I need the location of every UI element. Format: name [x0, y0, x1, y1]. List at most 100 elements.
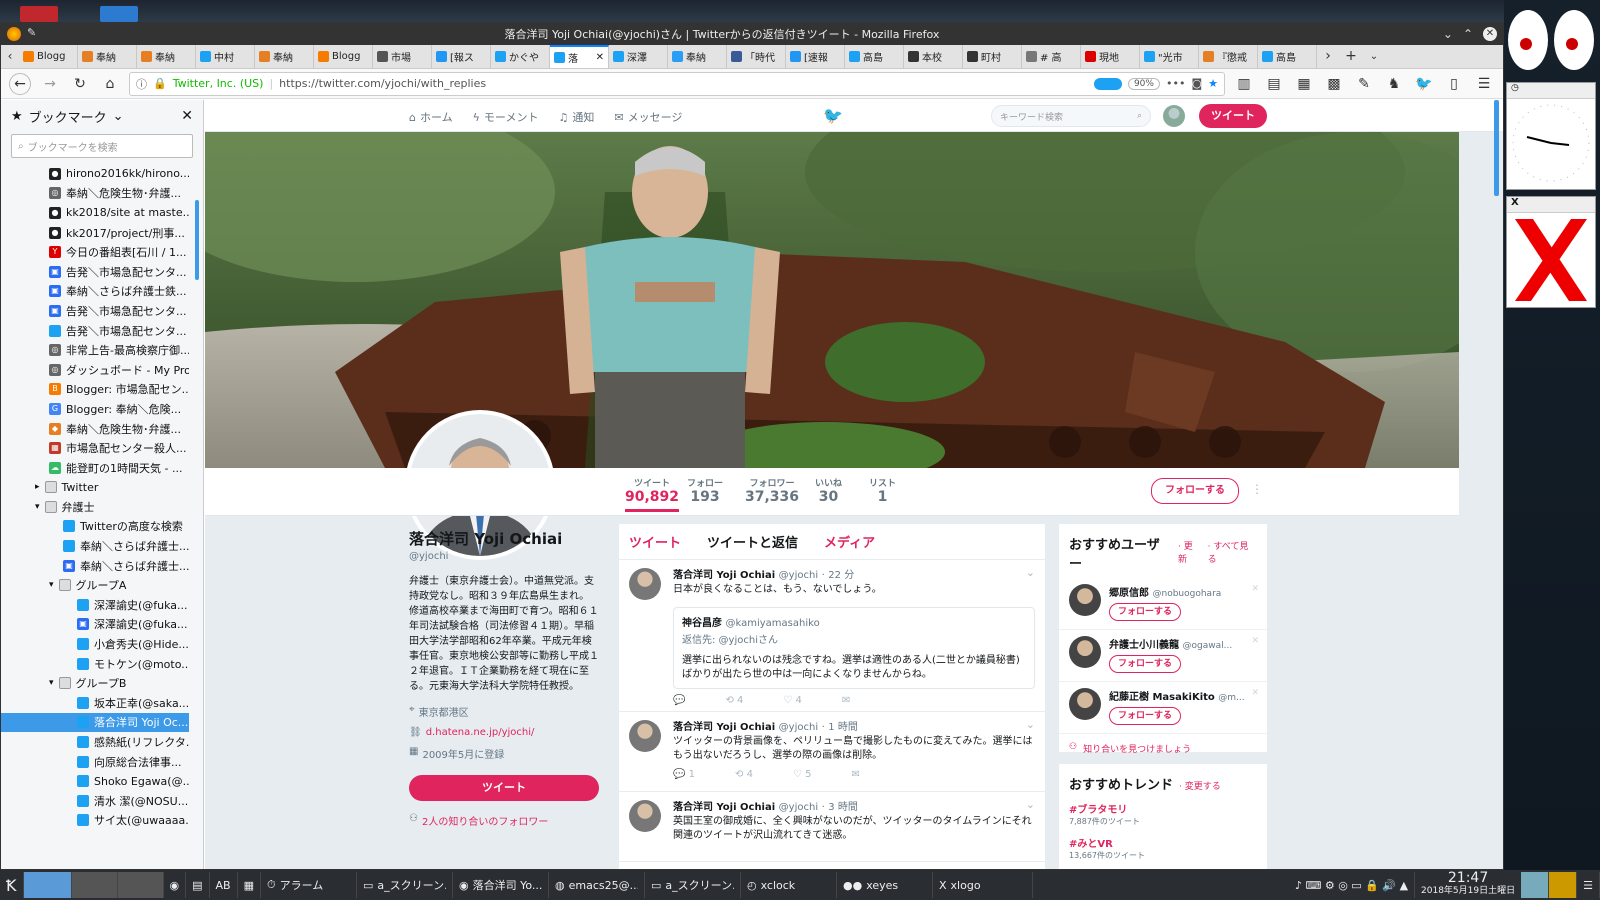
browser-tab[interactable]: [速報	[786, 45, 845, 68]
browser-tab[interactable]: 奉納	[78, 45, 137, 68]
follow-button[interactable]: フォローする	[1109, 655, 1181, 673]
more-options-icon[interactable]: ⋮	[1251, 482, 1263, 496]
browser-tab[interactable]: Blogg	[19, 45, 78, 68]
suggested-user-name[interactable]: 郷原信郎	[1109, 588, 1149, 599]
bookmark-item[interactable]: 小倉秀夫(@Hide...	[1, 634, 189, 654]
browser-tab[interactable]: かぐや	[491, 45, 550, 68]
profile-link-text[interactable]: d.hatena.ne.jp/yjochi/	[426, 727, 535, 738]
tweet[interactable]: 落合洋司 Yoji Ochiai @yjochi · 22 分 ⌄ 日本が良くな…	[619, 560, 1045, 712]
bookmark-item[interactable]: 向原総合法律事...	[1, 752, 189, 772]
browser-tab[interactable]: 町村	[963, 45, 1022, 68]
url-text[interactable]: https://twitter.com/yjochi/with_replies	[279, 77, 1088, 90]
quoted-tweet[interactable]: 神谷昌彦 @kamiyamasahiko 返信先: @yjochiさん 選挙に出…	[673, 607, 1035, 689]
bookmark-search-input[interactable]: ⌕ ブックマークを検索	[11, 134, 193, 158]
see-all-link[interactable]: · すべて見る	[1208, 539, 1257, 565]
browser-tab[interactable]: 奉納	[668, 45, 727, 68]
bookmark-item[interactable]: ▾ グループB	[1, 673, 189, 693]
bookmark-item[interactable]: ▸ Twitter	[1, 478, 189, 498]
font-icon[interactable]: AB	[210, 872, 238, 898]
xlogo-window[interactable]: X	[1506, 196, 1596, 308]
trend-item[interactable]: #ブラタモリ 7,887件のツイート	[1059, 797, 1267, 831]
bookmark-item[interactable]: ◎ 奉納＼危険生物･弁護...	[1, 184, 189, 204]
taskbar-task[interactable]: Xxlogo	[933, 872, 1033, 898]
browser-tab[interactable]: 「時代	[727, 45, 786, 68]
profile-link[interactable]: ⛓ d.hatena.ne.jp/yjochi/	[409, 727, 599, 738]
close-tab-icon[interactable]: ✕	[596, 52, 604, 63]
change-trends-text[interactable]: 変更する	[1185, 782, 1221, 792]
browser-tab[interactable]: 中村	[196, 45, 255, 68]
bookmark-item[interactable]: B Blogger: 市場急配セン...	[1, 380, 189, 400]
twitter-search-input[interactable]: キーワード検索 ⌕	[991, 105, 1151, 127]
nav-moments[interactable]: ϟ モーメント	[473, 109, 539, 125]
profile-stat[interactable]: ツイート 90,892	[625, 476, 680, 512]
trend-item[interactable]: #みとVR 13,667件のツイート	[1059, 831, 1267, 865]
browser-tab[interactable]: "光市	[1140, 45, 1199, 68]
page-scrollbar[interactable]	[1494, 100, 1499, 196]
browser-tab[interactable]: 本校	[904, 45, 963, 68]
trend-tag[interactable]: #ブラタモリ	[1069, 801, 1257, 816]
taskbar-task[interactable]: ▭a_スクリーン...	[357, 872, 453, 898]
browser-tab[interactable]: # 高	[1022, 45, 1081, 68]
bookmark-item[interactable]: 奉納＼さらば弁護士...	[1, 536, 189, 556]
taskbar-task[interactable]: ◍ emacs25@...	[549, 872, 645, 898]
bookmark-item[interactable]: ▣ 奉納＼さらば弁護士...	[1, 556, 189, 576]
avatar[interactable]	[1069, 636, 1101, 668]
reload-icon[interactable]: ↻	[69, 73, 91, 95]
bookmark-item[interactable]: G Blogger: 奉納＼危険...	[1, 399, 189, 419]
like-icon[interactable]: ♡ 4	[783, 695, 802, 706]
avatar[interactable]	[1069, 688, 1101, 720]
taskbar-task[interactable]: ◴ xclock	[741, 872, 837, 898]
tab-scroll-left-icon[interactable]: ‹	[1, 45, 19, 67]
tweet[interactable]: 落合洋司 Yoji Ochiai @yjochi · 3 時間 ⌄ 英国王室の御…	[619, 792, 1045, 862]
suggested-user-name[interactable]: 弁護士小川義龍	[1109, 640, 1179, 651]
follow-button[interactable]: フォローする	[1109, 707, 1181, 725]
url-bar[interactable]: ⓘ 🔒 Twitter, Inc. (US) | https://twitter…	[129, 71, 1225, 96]
followers-you-know[interactable]: ⚇ 2人の知り合いのフォロワー	[409, 813, 599, 828]
taskbar-task[interactable]: ◉ 落合洋司 Yo...	[453, 872, 549, 898]
xclock-window[interactable]: ◷	[1506, 82, 1596, 190]
info-icon[interactable]: ⓘ	[136, 76, 147, 92]
tweet-time[interactable]: 22 分	[828, 570, 854, 581]
dismiss-icon[interactable]: ✕	[1251, 584, 1259, 594]
chevron-down-icon[interactable]: ⌄	[1443, 27, 1453, 41]
see-all-link-text[interactable]: すべて見る	[1208, 542, 1249, 565]
bookmark-item[interactable]: ▣ 深澤諭史(@fuka...	[1, 615, 189, 635]
maximize-icon[interactable]: ⌃	[1463, 27, 1473, 41]
follow-button[interactable]: フォローする	[1109, 603, 1181, 621]
profile-name[interactable]: 落合洋司 Yoji Ochiai	[409, 528, 599, 549]
profile-stat[interactable]: いいね 30	[815, 476, 842, 505]
show-desktop-icon[interactable]	[1521, 872, 1550, 898]
tweet-handle[interactable]: @yjochi	[779, 570, 818, 581]
twitter-ext-icon[interactable]: 🐦	[1413, 73, 1435, 95]
browser-tab[interactable]: 落 ✕	[550, 45, 609, 68]
tweet-button[interactable]: ツイート	[1199, 104, 1267, 128]
tab-scroll-right-icon[interactable]: ›	[1317, 45, 1339, 67]
tweet-time[interactable]: 1 時間	[828, 722, 858, 733]
bookmark-item[interactable]: ▦ 市場急配センター殺人...	[1, 438, 189, 458]
document-icon[interactable]: ▤	[186, 872, 210, 898]
site-identity[interactable]: Twitter, Inc. (US)	[173, 77, 264, 90]
nav-messages[interactable]: ✉ メッセージ	[614, 109, 682, 125]
avatar[interactable]	[1069, 584, 1101, 616]
close-window-icon[interactable]: ✕	[1483, 27, 1497, 41]
browser-tab[interactable]: 奉納	[137, 45, 196, 68]
suggested-user[interactable]: 紀藤正樹 MasakiKito @m... フォローする ✕	[1059, 682, 1267, 734]
clock[interactable]: 21:47 2018年5月19日土曜日	[1415, 871, 1521, 898]
bookmark-item[interactable]: ● kk2018/site at maste...	[1, 203, 189, 223]
taskbar-task[interactable]: ●● xeyes	[837, 872, 933, 898]
forward-icon[interactable]: →	[39, 73, 61, 95]
find-friends-text[interactable]: 知り合いを見つけましょう	[1083, 742, 1191, 755]
bookmark-item[interactable]: ▣ 告発＼市場急配センタ...	[1, 262, 189, 282]
retweet-icon[interactable]: ⟲ 4	[725, 695, 743, 706]
suggested-user[interactable]: 弁護士小川義龍 @ogawal... フォローする ✕	[1059, 630, 1267, 682]
nav-notifications[interactable]: ♫ 通知	[558, 109, 594, 125]
chevron-down-icon[interactable]: ⌄	[1026, 718, 1035, 731]
chevron-right-icon[interactable]: ▸	[35, 482, 40, 492]
taskbar-task[interactable]: ▭a_スクリーン...	[645, 872, 741, 898]
back-icon[interactable]: ←	[9, 72, 31, 95]
pen-icon[interactable]: ✎	[1353, 73, 1375, 95]
bookmark-item[interactable]: ▾ 弁護士	[1, 497, 189, 517]
profile-stat[interactable]: フォロワー 37,336	[745, 476, 799, 505]
tweet-avatar[interactable]	[629, 720, 661, 752]
dm-icon[interactable]: ✉	[851, 769, 859, 780]
